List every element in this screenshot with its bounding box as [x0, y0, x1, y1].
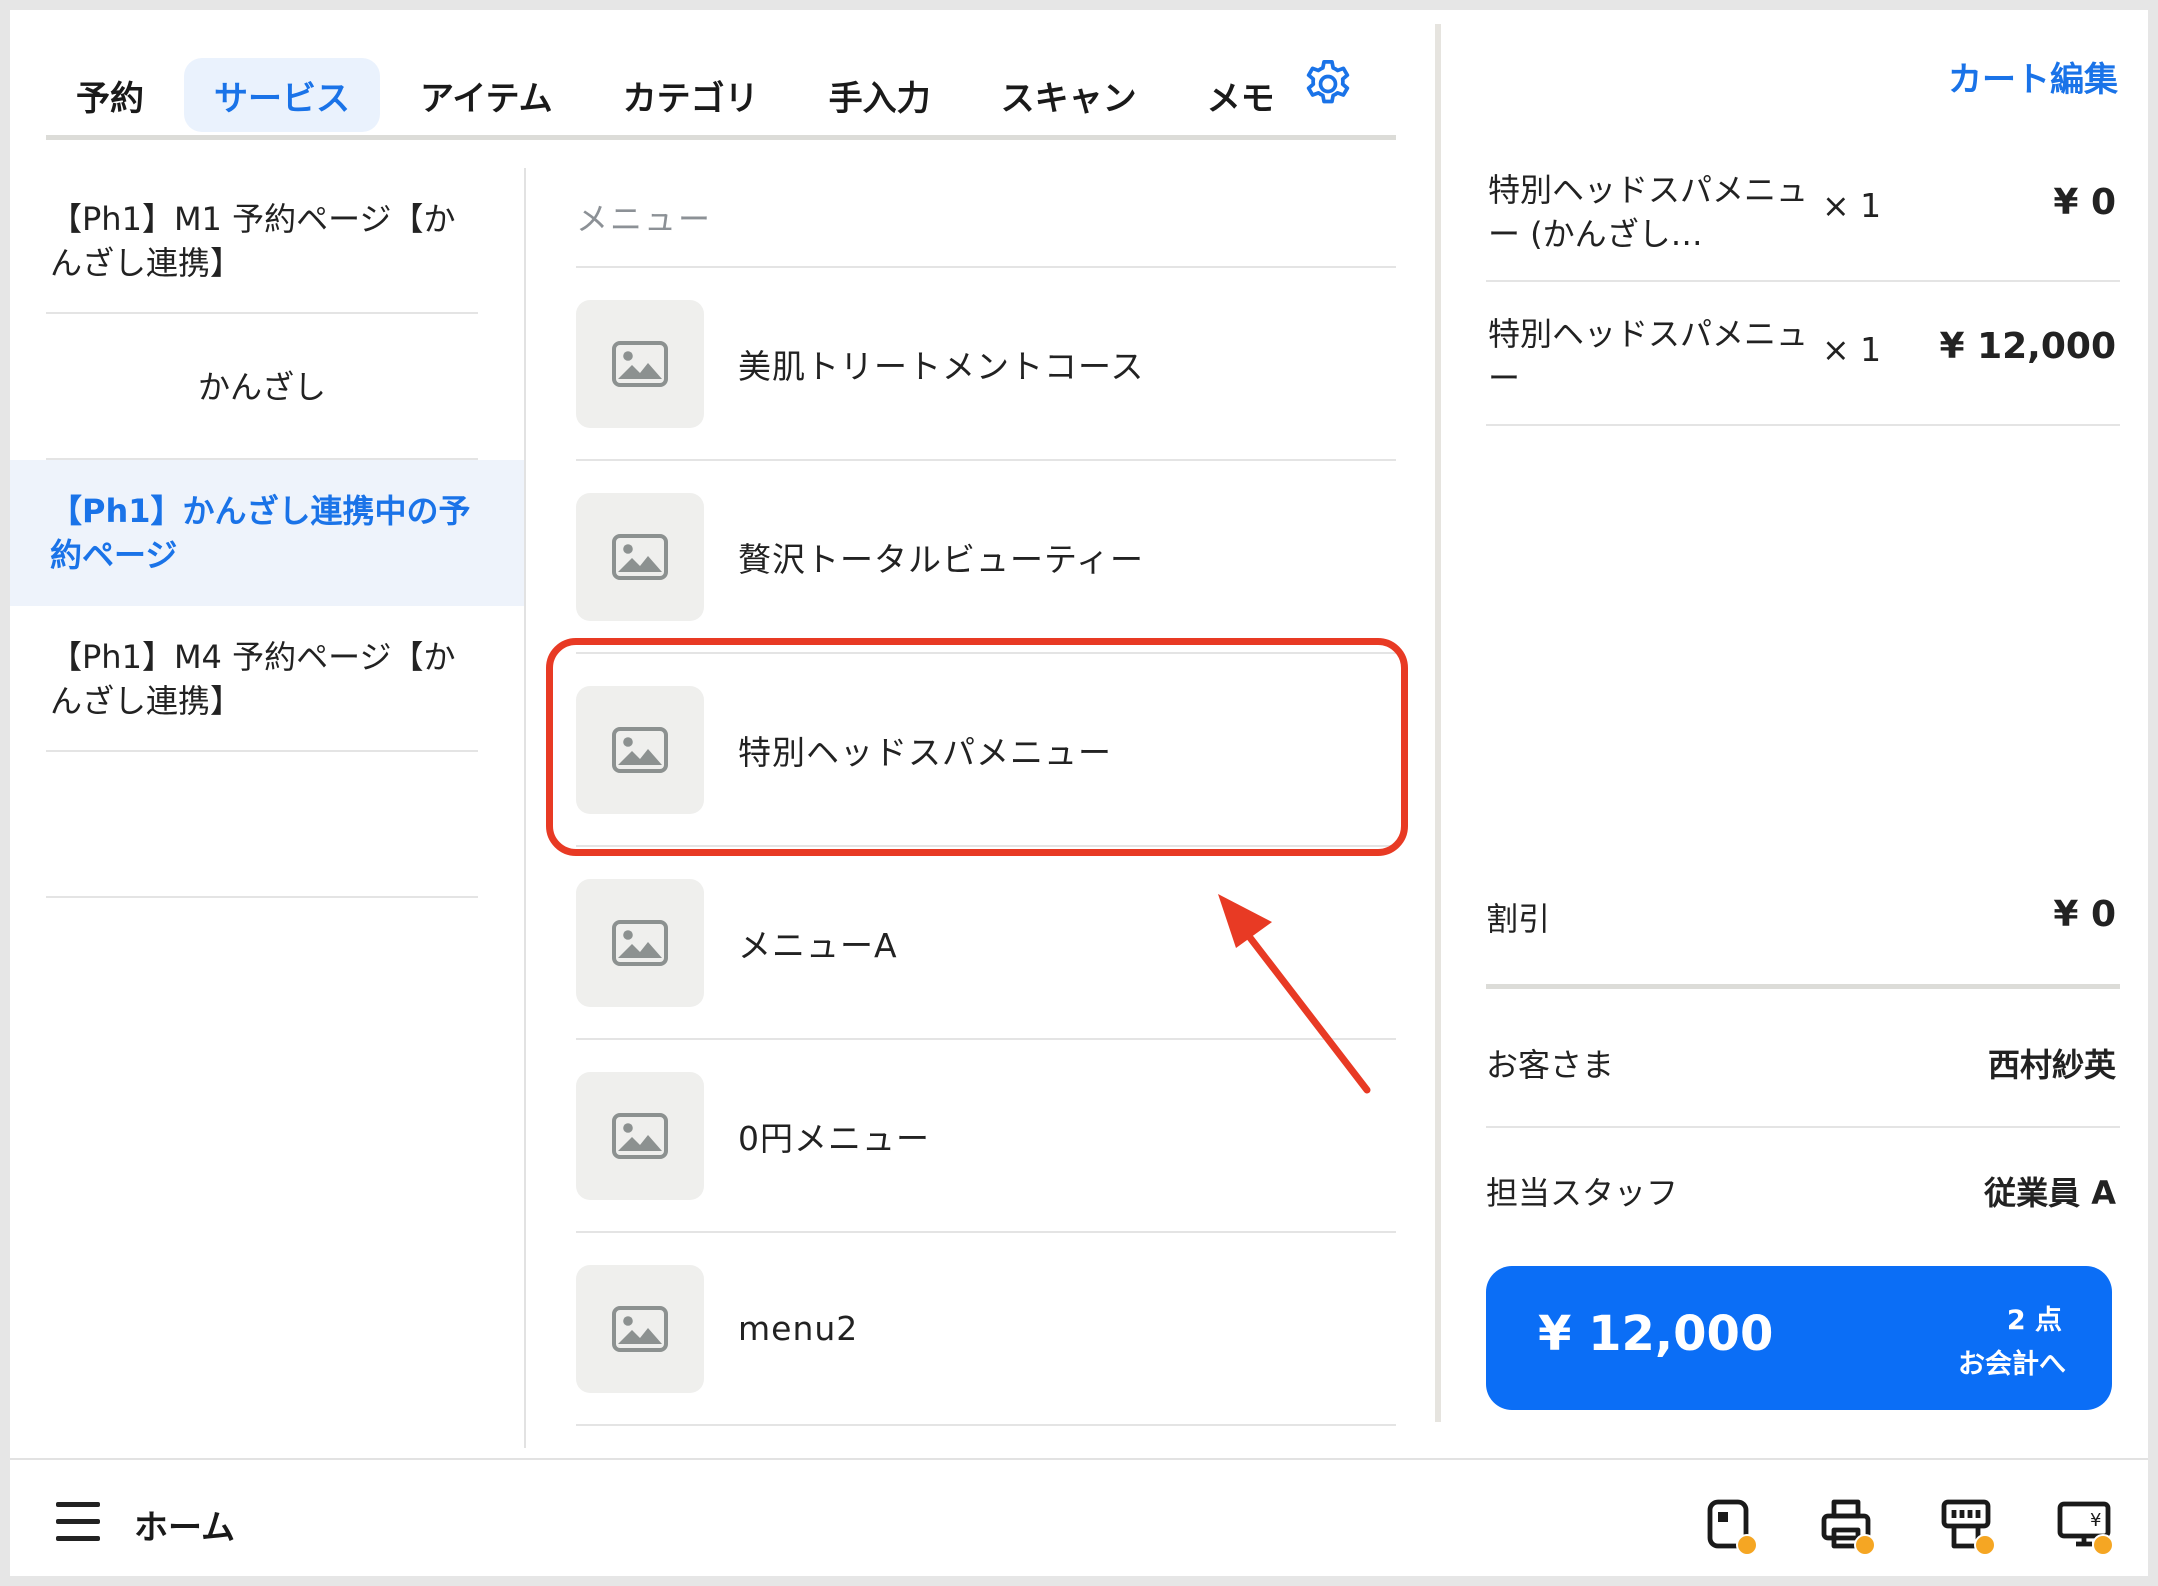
menu-item-name: 贅沢トータルビューティー	[738, 539, 1145, 579]
tab-category[interactable]: カテゴリ	[593, 58, 789, 132]
cart-list: 特別ヘッドスパメニュー (かんざし… × 1 ¥ 0 特別ヘッドスパメニュー ×…	[1486, 138, 2120, 426]
cart-item[interactable]: 特別ヘッドスパメニュー × 1 ¥ 12,000	[1486, 282, 2120, 426]
category-empty-slot	[10, 752, 524, 898]
menu-item[interactable]: 贅沢トータルビューティー	[576, 461, 1396, 654]
status-dot	[1736, 1534, 1758, 1556]
image-placeholder-icon	[576, 299, 704, 428]
category-item[interactable]: 【Ph1】M1 予約ページ【かんざし連携】	[10, 168, 524, 314]
tab-reservation[interactable]: 予約	[46, 58, 174, 132]
hamburger-icon[interactable]	[56, 1502, 100, 1542]
status-dot	[2092, 1534, 2114, 1556]
cart-item-qty: × 1	[1822, 330, 1882, 369]
category-label: 【Ph1】かんざし連携中の予約ページ	[50, 492, 471, 574]
image-placeholder-icon	[576, 1264, 704, 1393]
category-item-selected[interactable]: 【Ph1】かんざし連携中の予約ページ	[10, 460, 524, 606]
checkout-label: お会計へ	[1958, 1349, 2066, 1380]
category-item[interactable]: 【Ph1】M4 予約ページ【かんざし連携】	[10, 606, 524, 752]
customer-label: お客さま	[1486, 1046, 1615, 1084]
image-placeholder-icon	[576, 1071, 704, 1200]
menu-item[interactable]: 美肌トリートメントコース	[576, 268, 1396, 461]
menu-item-name: menu2	[738, 1309, 859, 1348]
menu-item-name: 美肌トリートメントコース	[738, 346, 1145, 386]
status-dot	[1974, 1534, 1996, 1556]
menu-item-name: 0円メニュー	[738, 1118, 930, 1158]
staff-name: 従業員 A	[1984, 1174, 2116, 1212]
checkout-item-count: 2 点	[2006, 1305, 2062, 1336]
cart-item-name: 特別ヘッドスパメニュー	[1488, 315, 1809, 397]
image-placeholder-icon	[576, 492, 704, 621]
cart-item-price: ¥ 0	[2053, 182, 2116, 223]
cart-item-name: 特別ヘッドスパメニュー (かんざし…	[1488, 171, 1809, 253]
menu-item-partial[interactable]	[576, 1426, 1396, 1458]
category-label: かんざし	[197, 368, 326, 406]
discount-label: 割引	[1486, 900, 1551, 938]
menu-section-header: メニュー	[576, 168, 1396, 268]
svg-text:¥: ¥	[2090, 1510, 2101, 1531]
category-label: 【Ph1】M4 予約ページ【かんざし連携】	[50, 638, 456, 720]
pos-screen: 予約 サービス アイテム カテゴリ 手入力 スキャン メモ 【Ph1】M1 予約…	[10, 10, 2148, 1576]
divider	[1486, 984, 2120, 989]
customer-name: 西村紗英	[1987, 1046, 2116, 1084]
pane-divider	[1435, 24, 1441, 1422]
status-dot	[1854, 1534, 1876, 1556]
cart-item-price: ¥ 12,000	[1939, 326, 2116, 367]
arrow-annotation-icon	[1218, 894, 1371, 1094]
checkout-total: ¥ 12,000	[1538, 1306, 1774, 1362]
tab-service[interactable]: サービス	[184, 58, 380, 132]
category-item[interactable]: かんざし	[10, 314, 524, 460]
cart-item[interactable]: 特別ヘッドスパメニュー (かんざし… × 1 ¥ 0	[1486, 138, 2120, 282]
discount-row[interactable]: 割引 ¥ 0	[1486, 894, 2120, 940]
checkout-button[interactable]: ¥ 12,000 2 点 お会計へ	[1486, 1266, 2112, 1410]
cart-edit-button[interactable]: カート編集	[1948, 52, 2118, 101]
bottom-bar: ホーム ¥	[10, 1458, 2148, 1576]
tab-item[interactable]: アイテム	[390, 58, 583, 132]
menu-item-name: メニューA	[738, 925, 898, 965]
menu-item[interactable]: menu2	[576, 1233, 1396, 1426]
tab-bar: 予約 サービス アイテム カテゴリ 手入力 スキャン メモ	[46, 46, 1396, 144]
tab-underline	[46, 135, 1396, 140]
home-link[interactable]: ホーム	[134, 1500, 235, 1549]
image-placeholder-icon	[576, 878, 704, 1007]
printer-icon[interactable]	[1818, 1496, 1876, 1556]
tab-memo[interactable]: メモ	[1177, 58, 1305, 132]
tab-scan[interactable]: スキャン	[971, 58, 1167, 132]
gear-icon[interactable]	[1300, 56, 1356, 112]
divider	[46, 896, 478, 898]
card-reader-icon[interactable]	[1700, 1496, 1758, 1556]
divider	[1486, 1126, 2120, 1128]
category-label: 【Ph1】M1 予約ページ【かんざし連携】	[50, 200, 456, 282]
staff-row[interactable]: 担当スタッフ 従業員 A	[1486, 1168, 2120, 1214]
highlight-annotation	[546, 638, 1408, 856]
tab-manual-entry[interactable]: 手入力	[799, 58, 961, 132]
customer-row[interactable]: お客さま 西村紗英	[1486, 1040, 2120, 1086]
staff-label: 担当スタッフ	[1486, 1174, 1679, 1212]
customer-display-icon[interactable]: ¥	[2056, 1496, 2114, 1556]
cart-item-qty: × 1	[1822, 186, 1882, 225]
category-list: 【Ph1】M1 予約ページ【かんざし連携】 かんざし 【Ph1】かんざし連携中の…	[10, 168, 526, 1448]
discount-value: ¥ 0	[2053, 894, 2116, 935]
receipt-printer-icon[interactable]	[1938, 1496, 1996, 1556]
